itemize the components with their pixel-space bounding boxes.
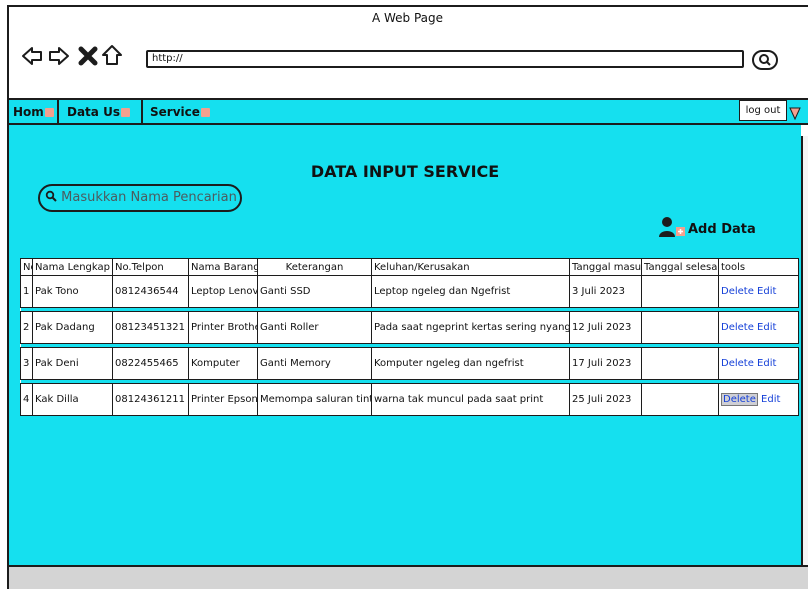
delete-button[interactable]: Delete — [721, 393, 758, 406]
cell-no: 3 — [20, 347, 33, 380]
table-row: 1 Pak Tono 0812436544 Leptop Lenovo Gant… — [20, 275, 799, 308]
cell-barang: Printer Brother — [188, 311, 258, 344]
cell-nama: Pak Tono — [32, 275, 113, 308]
delete-button[interactable]: Delete — [721, 322, 754, 333]
add-data-button[interactable]: Add Data — [658, 216, 756, 242]
cell-tanggal-masuk: 25 Juli 2023 — [569, 383, 642, 416]
cell-tanggal-selesai — [641, 383, 719, 416]
cell-tools: Delete Edit — [718, 383, 799, 416]
table-row: 4 Kak Dilla 08124361211 Printer Epson Me… — [20, 383, 799, 416]
menu-bar: Hom Data Us Service — [9, 98, 808, 125]
logout-button[interactable]: log out — [739, 100, 787, 121]
cell-telpon: 08124361211 — [112, 383, 189, 416]
cell-nama: Kak Dilla — [32, 383, 113, 416]
cell-keluhan: Pada saat ngeprint kertas sering nyangku… — [371, 311, 570, 344]
cell-no: 4 — [20, 383, 33, 416]
cell-tanggal-selesai — [641, 311, 719, 344]
cell-keluhan: Komputer ngeleg dan ngefrist — [371, 347, 570, 380]
window-title: A Web Page — [371, 11, 444, 25]
table-header-row: No Nama Lengkap No.Telpon Nama Barang Ke… — [20, 258, 799, 276]
link-icon — [120, 108, 130, 117]
url-input[interactable]: http:// — [146, 50, 744, 68]
search-placeholder: Masukkan Nama Pencarian — [61, 190, 237, 205]
cell-tools: Delete Edit — [718, 275, 799, 308]
browser-search-button[interactable] — [752, 50, 778, 70]
page-title: DATA INPUT SERVICE — [310, 162, 500, 181]
menu-item-service[interactable]: Service — [146, 103, 226, 121]
add-data-label: Add Data — [688, 222, 756, 237]
cell-nama: Pak Deni — [32, 347, 113, 380]
cell-barang: Komputer — [188, 347, 258, 380]
cell-tanggal-masuk: 3 Juli 2023 — [569, 275, 642, 308]
column-header-nama: Nama Lengkap — [32, 258, 113, 276]
column-header-keluhan: Keluhan/Kerusakan — [371, 258, 570, 276]
cell-telpon: 0812436544 — [112, 275, 189, 308]
link-icon — [789, 107, 801, 121]
column-header-no: No — [20, 258, 33, 276]
menu-divider — [57, 100, 59, 123]
cell-no: 2 — [20, 311, 33, 344]
column-header-keterangan: Keterangan — [257, 258, 372, 276]
cell-keluhan: Leptop ngeleg dan Ngefrist — [371, 275, 570, 308]
cell-tanggal-masuk: 17 Juli 2023 — [569, 347, 642, 380]
service-table: No Nama Lengkap No.Telpon Nama Barang Ke… — [20, 258, 799, 416]
cell-barang: Printer Epson — [188, 383, 258, 416]
cell-tools: Delete Edit — [718, 311, 799, 344]
cell-barang: Leptop Lenovo — [188, 275, 258, 308]
forward-arrow-icon[interactable] — [48, 45, 70, 67]
column-header-telpon: No.Telpon — [112, 258, 189, 276]
cell-tanggal-selesai — [641, 347, 719, 380]
status-bar — [9, 565, 808, 589]
column-header-tanggal-selesai: Tanggal selesai — [641, 258, 719, 276]
menu-item-home[interactable]: Hom — [9, 103, 56, 121]
cell-keterangan: Ganti SSD — [257, 275, 372, 308]
edit-button[interactable]: Edit — [757, 358, 776, 369]
scrollbar[interactable] — [801, 136, 808, 566]
cell-no: 1 — [20, 275, 33, 308]
add-user-icon — [659, 217, 685, 237]
table-row: 3 Pak Deni 0822455465 Komputer Ganti Mem… — [20, 347, 799, 380]
cell-keterangan: Memompa saluran tinta — [257, 383, 372, 416]
search-input[interactable]: Masukkan Nama Pencarian — [38, 184, 242, 212]
cell-nama: Pak Dadang — [32, 311, 113, 344]
menu-item-service-label: Service — [150, 105, 200, 119]
menu-item-data-user[interactable]: Data Us — [63, 103, 142, 121]
link-icon — [44, 108, 54, 117]
home-icon[interactable] — [101, 44, 123, 66]
delete-button[interactable]: Delete — [721, 286, 754, 297]
back-arrow-icon[interactable] — [21, 45, 43, 67]
search-icon — [759, 54, 771, 66]
search-icon — [45, 190, 57, 202]
edit-button[interactable]: Edit — [757, 322, 776, 333]
cell-tools: Delete Edit — [718, 347, 799, 380]
edit-button[interactable]: Edit — [761, 394, 780, 405]
cell-tanggal-masuk: 12 Juli 2023 — [569, 311, 642, 344]
cell-keluhan: warna tak muncul pada saat print — [371, 383, 570, 416]
link-icon — [200, 108, 210, 117]
table-row: 2 Pak Dadang 08123451321 Printer Brother… — [20, 311, 799, 344]
cell-keterangan: Ganti Memory — [257, 347, 372, 380]
column-header-barang: Nama Barang — [188, 258, 258, 276]
menu-item-data-user-label: Data Us — [67, 105, 120, 119]
delete-button[interactable]: Delete — [721, 358, 754, 369]
cell-keterangan: Ganti Roller — [257, 311, 372, 344]
cell-telpon: 08123451321 — [112, 311, 189, 344]
menu-item-home-label: Hom — [13, 105, 44, 119]
column-header-tools: tools — [718, 258, 799, 276]
cell-telpon: 0822455465 — [112, 347, 189, 380]
cell-tanggal-selesai — [641, 275, 719, 308]
stop-icon[interactable] — [77, 45, 99, 67]
column-header-tanggal-masuk: Tanggal masuk — [569, 258, 642, 276]
menu-divider — [141, 100, 143, 123]
edit-button[interactable]: Edit — [757, 286, 776, 297]
